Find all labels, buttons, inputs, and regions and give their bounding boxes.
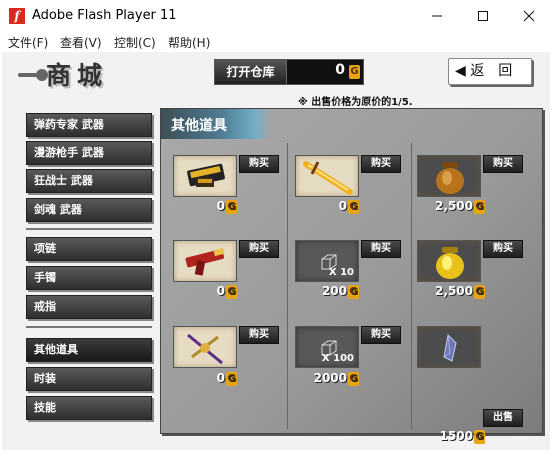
item-count: X 100 [321, 353, 354, 364]
menu-bar: 文件(F) 查看(V) 控制(C) 帮助(H) [0, 32, 552, 52]
item-slot[interactable] [173, 155, 237, 197]
nav-divider [26, 326, 152, 328]
item-slot[interactable] [417, 326, 481, 368]
warehouse-gold-value: 0 [335, 62, 345, 78]
back-button[interactable]: ◀ 返 回 [448, 58, 532, 85]
buy-button[interactable]: 购买 [239, 240, 279, 258]
panel-title: 其他道具 [171, 118, 227, 134]
sell-price-note: ※ 出售价格为原价的1/5. [298, 97, 413, 108]
nav-necklace[interactable]: 项链 [26, 237, 152, 261]
menu-file[interactable]: 文件(F) [8, 34, 48, 51]
nav-fashion[interactable]: 时装 [26, 367, 152, 391]
gold-icon: G [226, 199, 237, 214]
flash-app-icon: f [9, 8, 25, 24]
item-price: 2,500 G [435, 199, 485, 214]
item-count: X 10 [328, 267, 354, 278]
nav-ammo-expert-weapon[interactable]: 弹药专家 武器 [26, 113, 152, 137]
close-button[interactable] [506, 0, 552, 32]
title-bar: f Adobe Flash Player 11 [0, 0, 552, 32]
open-warehouse-button[interactable]: 打开仓库 [215, 60, 287, 84]
item-price: 0G [338, 199, 359, 214]
gold-icon: G [348, 199, 359, 214]
item-slot[interactable] [417, 240, 481, 282]
item-slot[interactable] [173, 240, 237, 282]
item-price: 0G [216, 284, 237, 299]
buy-button[interactable]: 购买 [239, 155, 279, 173]
nav-divider [26, 228, 152, 230]
panel-header: 其他道具 [161, 109, 271, 139]
minimize-icon [432, 15, 442, 17]
warehouse-bar: 打开仓库 0 G [214, 59, 364, 85]
gold-icon: G [474, 429, 485, 444]
menu-control[interactable]: 控制(C) [114, 34, 156, 51]
buy-button[interactable]: 购买 [361, 155, 401, 173]
gold-icon: G [226, 371, 237, 386]
menu-view[interactable]: 查看(V) [60, 34, 102, 51]
golden-jar-icon [436, 247, 464, 279]
clay-jar-icon [436, 162, 464, 194]
item-price: 0G [216, 371, 237, 386]
item-price: 0G [216, 199, 237, 214]
buy-button[interactable]: 购买 [239, 326, 279, 344]
nav-ring[interactable]: 戒指 [26, 295, 152, 319]
gold-icon: G [226, 284, 237, 299]
gold-icon: G [474, 199, 485, 214]
nav-other-items[interactable]: 其他道具 [26, 338, 152, 362]
item-price: 1500 G [439, 429, 485, 444]
buy-button[interactable]: 购买 [361, 326, 401, 344]
item-slot[interactable] [173, 326, 237, 368]
minimize-button[interactable] [414, 0, 460, 32]
gold-icon: G [348, 284, 359, 299]
gold-icon: G [348, 371, 359, 386]
items-panel: 其他道具 购买 0G 购买 0G 购买 2,500 G 购买 0 G X 10 … [160, 108, 543, 444]
nav-berserker-weapon[interactable]: 狂战士 武器 [26, 169, 152, 193]
sell-button[interactable]: 出售 [483, 409, 523, 427]
item-slot[interactable] [295, 155, 359, 197]
red-blaster-icon [185, 247, 225, 276]
buy-button[interactable]: 购买 [483, 240, 523, 258]
maximize-button[interactable] [460, 0, 506, 32]
item-price: 2000 G [313, 371, 359, 386]
crystal-icon [443, 333, 457, 362]
item-slot[interactable]: X 10 [295, 240, 359, 282]
column-divider [287, 143, 288, 429]
item-price: 200 G [321, 284, 359, 299]
window-title: Adobe Flash Player 11 [32, 8, 177, 23]
item-slot[interactable] [417, 155, 481, 197]
nav-skills[interactable]: 技能 [26, 396, 152, 420]
column-divider [411, 143, 412, 429]
cross-staff-icon [187, 333, 223, 365]
gun-shells-icon [187, 163, 225, 187]
nav-swordsoul-weapon[interactable]: 剑魂 武器 [26, 198, 152, 222]
buy-button[interactable]: 购买 [361, 240, 401, 258]
buy-button[interactable]: 购买 [483, 155, 523, 173]
close-icon [523, 10, 535, 22]
maximize-icon [478, 11, 488, 21]
gold-icon: G [349, 65, 360, 79]
gold-icon: G [474, 284, 485, 299]
menu-help[interactable]: 帮助(H) [168, 34, 210, 51]
flash-stage: 商城 打开仓库 0 G ◀ 返 回 ※ 出售价格为原价的1/5. 弹药专家 武器… [2, 52, 550, 450]
item-price: 2,500 G [435, 284, 485, 299]
nav-ranger-weapon[interactable]: 漫游枪手 武器 [26, 141, 152, 165]
shop-title: 商城 [46, 61, 109, 90]
nav-bracelet[interactable]: 手镯 [26, 266, 152, 290]
golden-sword-icon [303, 161, 353, 195]
item-slot[interactable]: X 100 [295, 326, 359, 368]
